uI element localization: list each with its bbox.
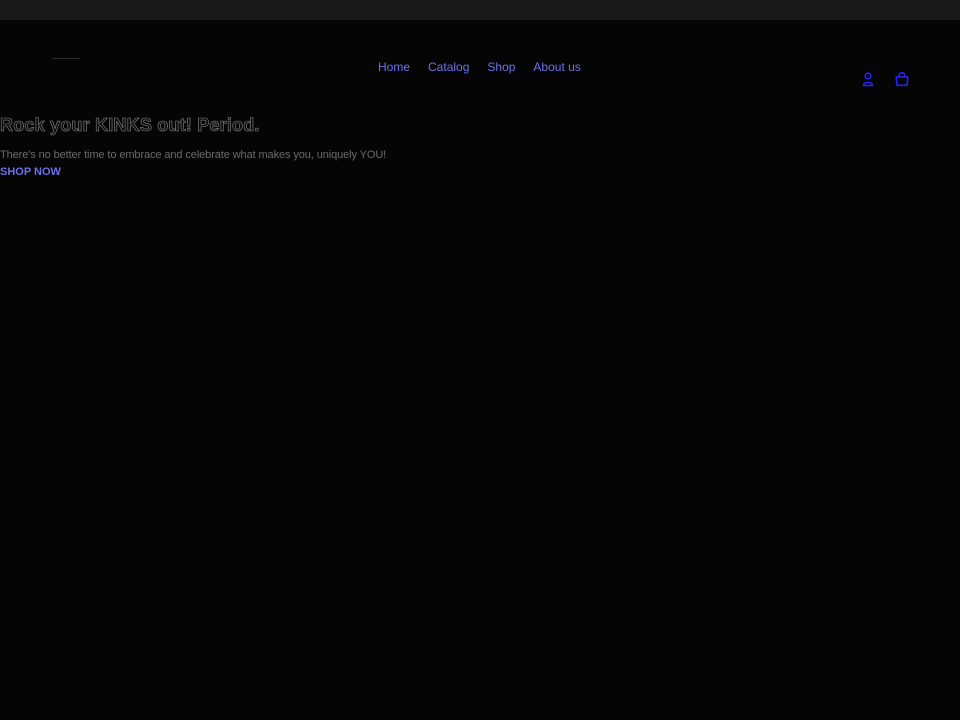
header-icons xyxy=(860,71,910,87)
hero-title: Rock your KINKS out! Period. xyxy=(0,115,260,136)
nav-item-shop[interactable]: Shop xyxy=(487,60,515,74)
nav-item-catalog[interactable]: Catalog xyxy=(428,60,469,74)
hero-section: Rock your KINKS out! Period. There's no … xyxy=(0,114,700,180)
hero-subtitle: There's no better time to embrace and ce… xyxy=(0,149,387,161)
shop-now-button[interactable]: SHOP NOW xyxy=(0,165,61,179)
main-nav: Home Catalog Shop About us xyxy=(378,60,581,74)
announcement-bar xyxy=(0,0,960,20)
nav-item-home[interactable]: Home xyxy=(378,60,410,74)
logo[interactable] xyxy=(52,58,80,59)
user-icon[interactable] xyxy=(860,71,876,87)
site-header: Home Catalog Shop About us xyxy=(0,20,960,110)
shopping-bag-icon[interactable] xyxy=(894,71,910,87)
nav-item-about-us[interactable]: About us xyxy=(533,60,580,74)
